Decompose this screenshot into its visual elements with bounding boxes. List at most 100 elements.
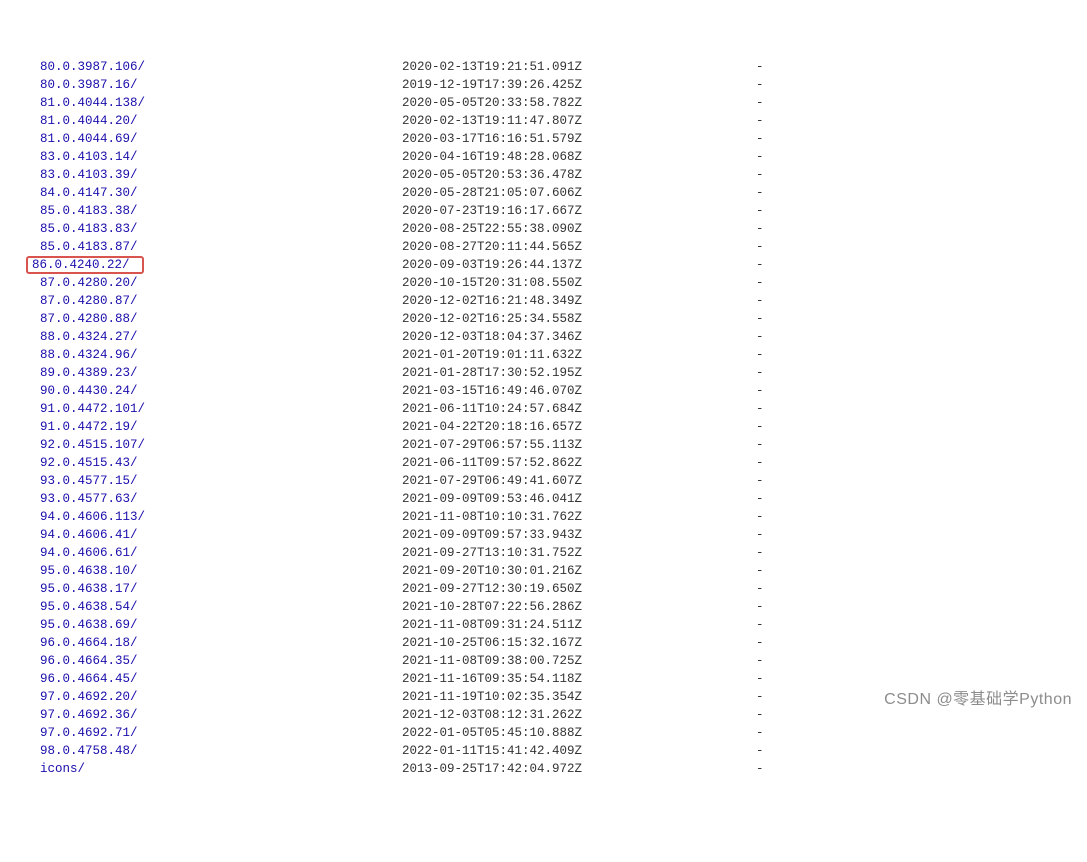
version-link[interactable]: 90.0.4430.24/ bbox=[40, 382, 402, 400]
version-link[interactable]: 85.0.4183.83/ bbox=[40, 220, 402, 238]
version-link[interactable]: 83.0.4103.39/ bbox=[40, 166, 402, 184]
version-link[interactable]: 88.0.4324.27/ bbox=[40, 328, 402, 346]
date-text: 2020-03-17T16:16:51.579Z bbox=[402, 130, 756, 148]
date-text: 2020-02-13T19:11:47.807Z bbox=[402, 112, 756, 130]
version-link[interactable]: 95.0.4638.69/ bbox=[40, 616, 402, 634]
version-link[interactable]: 81.0.4044.138/ bbox=[40, 94, 402, 112]
version-link[interactable]: 96.0.4664.45/ bbox=[40, 670, 402, 688]
list-item: 91.0.4472.19/2021-04-22T20:18:16.657Z- bbox=[40, 418, 1087, 436]
spacer bbox=[144, 256, 402, 274]
version-link[interactable]: 93.0.4577.63/ bbox=[40, 490, 402, 508]
version-link[interactable]: 81.0.4044.69/ bbox=[40, 130, 402, 148]
version-link[interactable]: 98.0.4758.48/ bbox=[40, 742, 402, 760]
version-link[interactable]: 86.0.4240.22/ bbox=[26, 256, 144, 274]
version-link[interactable]: 85.0.4183.38/ bbox=[40, 202, 402, 220]
list-item: icons/2013-09-25T17:42:04.972Z- bbox=[40, 760, 1087, 778]
date-text: 2020-10-15T20:31:08.550Z bbox=[402, 274, 756, 292]
date-text: 2020-04-16T19:48:28.068Z bbox=[402, 148, 756, 166]
version-link[interactable]: 80.0.3987.106/ bbox=[40, 58, 402, 76]
size-text: - bbox=[756, 256, 764, 274]
date-text: 2021-11-19T10:02:35.354Z bbox=[402, 688, 756, 706]
version-link[interactable]: 94.0.4606.61/ bbox=[40, 544, 402, 562]
date-text: 2021-09-20T10:30:01.216Z bbox=[402, 562, 756, 580]
list-item: 85.0.4183.83/2020-08-25T22:55:38.090Z- bbox=[40, 220, 1087, 238]
date-text: 2021-07-29T06:49:41.607Z bbox=[402, 472, 756, 490]
size-text: - bbox=[756, 400, 764, 418]
date-text: 2021-09-27T13:10:31.752Z bbox=[402, 544, 756, 562]
version-link[interactable]: 97.0.4692.36/ bbox=[40, 706, 402, 724]
version-link[interactable]: 88.0.4324.96/ bbox=[40, 346, 402, 364]
size-text: - bbox=[756, 112, 764, 130]
version-link[interactable]: 87.0.4280.20/ bbox=[40, 274, 402, 292]
list-item: 87.0.4280.20/2020-10-15T20:31:08.550Z- bbox=[40, 274, 1087, 292]
date-text: 2020-08-27T20:11:44.565Z bbox=[402, 238, 756, 256]
date-text: 2020-07-23T19:16:17.667Z bbox=[402, 202, 756, 220]
size-text: - bbox=[756, 508, 764, 526]
version-link[interactable]: 87.0.4280.88/ bbox=[40, 310, 402, 328]
size-text: - bbox=[756, 202, 764, 220]
version-link[interactable]: 91.0.4472.19/ bbox=[40, 418, 402, 436]
version-link[interactable]: icons/ bbox=[40, 760, 402, 778]
list-item: 93.0.4577.15/2021-07-29T06:49:41.607Z- bbox=[40, 472, 1087, 490]
directory-listing: 80.0.3987.106/2020-02-13T19:21:51.091Z-8… bbox=[40, 58, 1087, 778]
size-text: - bbox=[756, 670, 764, 688]
size-text: - bbox=[756, 436, 764, 454]
version-link[interactable]: 85.0.4183.87/ bbox=[40, 238, 402, 256]
size-text: - bbox=[756, 166, 764, 184]
version-link[interactable]: 94.0.4606.41/ bbox=[40, 526, 402, 544]
version-link[interactable]: 81.0.4044.20/ bbox=[40, 112, 402, 130]
version-link[interactable]: 97.0.4692.71/ bbox=[40, 724, 402, 742]
version-link[interactable]: 92.0.4515.43/ bbox=[40, 454, 402, 472]
version-link[interactable]: 92.0.4515.107/ bbox=[40, 436, 402, 454]
list-item: 95.0.4638.54/2021-10-28T07:22:56.286Z- bbox=[40, 598, 1087, 616]
date-text: 2021-07-29T06:57:55.113Z bbox=[402, 436, 756, 454]
size-text: - bbox=[756, 688, 764, 706]
version-link[interactable]: 96.0.4664.35/ bbox=[40, 652, 402, 670]
version-link[interactable]: 91.0.4472.101/ bbox=[40, 400, 402, 418]
list-item: 94.0.4606.113/2021-11-08T10:10:31.762Z- bbox=[40, 508, 1087, 526]
version-link[interactable]: 95.0.4638.10/ bbox=[40, 562, 402, 580]
version-link[interactable]: 96.0.4664.18/ bbox=[40, 634, 402, 652]
list-item: 80.0.3987.16/2019-12-19T17:39:26.425Z- bbox=[40, 76, 1087, 94]
size-text: - bbox=[756, 526, 764, 544]
version-link[interactable]: 84.0.4147.30/ bbox=[40, 184, 402, 202]
version-link[interactable]: 80.0.3987.16/ bbox=[40, 76, 402, 94]
size-text: - bbox=[756, 544, 764, 562]
list-item: 92.0.4515.43/2021-06-11T09:57:52.862Z- bbox=[40, 454, 1087, 472]
date-text: 2020-09-03T19:26:44.137Z bbox=[402, 256, 756, 274]
size-text: - bbox=[756, 418, 764, 436]
list-item: 84.0.4147.30/2020-05-28T21:05:07.606Z- bbox=[40, 184, 1087, 202]
list-item: 87.0.4280.88/2020-12-02T16:25:34.558Z- bbox=[40, 310, 1087, 328]
date-text: 2020-08-25T22:55:38.090Z bbox=[402, 220, 756, 238]
date-text: 2021-09-27T12:30:19.650Z bbox=[402, 580, 756, 598]
version-link[interactable]: 93.0.4577.15/ bbox=[40, 472, 402, 490]
version-link[interactable]: 95.0.4638.17/ bbox=[40, 580, 402, 598]
list-item: 96.0.4664.18/2021-10-25T06:15:32.167Z- bbox=[40, 634, 1087, 652]
date-text: 2019-12-19T17:39:26.425Z bbox=[402, 76, 756, 94]
date-text: 2022-01-05T05:45:10.888Z bbox=[402, 724, 756, 742]
list-item: 95.0.4638.10/2021-09-20T10:30:01.216Z- bbox=[40, 562, 1087, 580]
list-item: 88.0.4324.96/2021-01-20T19:01:11.632Z- bbox=[40, 346, 1087, 364]
date-text: 2021-09-09T09:53:46.041Z bbox=[402, 490, 756, 508]
list-item: 91.0.4472.101/2021-06-11T10:24:57.684Z- bbox=[40, 400, 1087, 418]
date-text: 2021-01-28T17:30:52.195Z bbox=[402, 364, 756, 382]
size-text: - bbox=[756, 364, 764, 382]
list-item: 98.0.4758.48/2022-01-11T15:41:42.409Z- bbox=[40, 742, 1087, 760]
date-text: 2021-01-20T19:01:11.632Z bbox=[402, 346, 756, 364]
list-item: 88.0.4324.27/2020-12-03T18:04:37.346Z- bbox=[40, 328, 1087, 346]
version-link[interactable]: 89.0.4389.23/ bbox=[40, 364, 402, 382]
size-text: - bbox=[756, 76, 764, 94]
list-item: 92.0.4515.107/2021-07-29T06:57:55.113Z- bbox=[40, 436, 1087, 454]
date-text: 2020-05-28T21:05:07.606Z bbox=[402, 184, 756, 202]
size-text: - bbox=[756, 274, 764, 292]
version-link[interactable]: 83.0.4103.14/ bbox=[40, 148, 402, 166]
version-link[interactable]: 95.0.4638.54/ bbox=[40, 598, 402, 616]
version-link[interactable]: 94.0.4606.113/ bbox=[40, 508, 402, 526]
version-link[interactable]: 87.0.4280.87/ bbox=[40, 292, 402, 310]
date-text: 2020-05-05T20:33:58.782Z bbox=[402, 94, 756, 112]
date-text: 2021-09-09T09:57:33.943Z bbox=[402, 526, 756, 544]
size-text: - bbox=[756, 724, 764, 742]
list-item: 95.0.4638.69/2021-11-08T09:31:24.511Z- bbox=[40, 616, 1087, 634]
size-text: - bbox=[756, 652, 764, 670]
version-link[interactable]: 97.0.4692.20/ bbox=[40, 688, 402, 706]
